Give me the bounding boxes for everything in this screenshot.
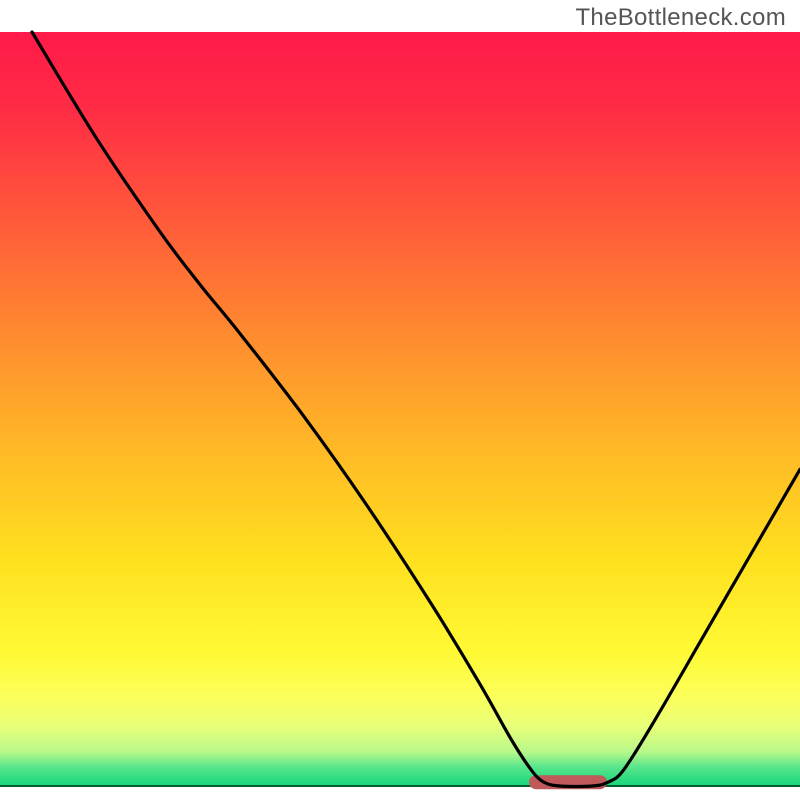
watermark-text: TheBottleneck.com bbox=[575, 4, 786, 32]
chart-canvas: TheBottleneck.com bbox=[0, 0, 800, 800]
bottleneck-plot bbox=[0, 0, 800, 800]
gradient-background bbox=[0, 32, 800, 786]
